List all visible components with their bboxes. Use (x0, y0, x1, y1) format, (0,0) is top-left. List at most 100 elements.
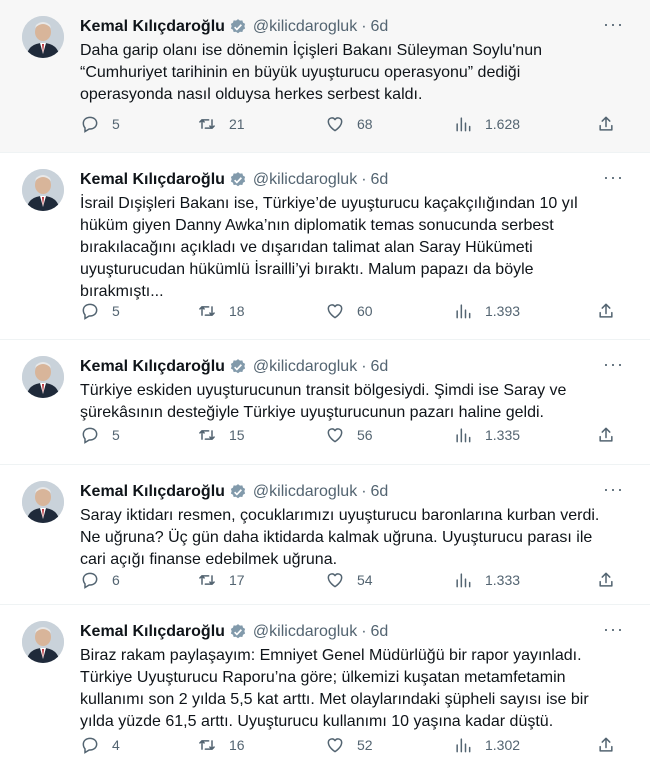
like-button[interactable]: 56 (325, 425, 373, 445)
views-chart-icon (456, 117, 471, 132)
tweet-header: Kemal Kılıçdaroğlu @kilicdarogluk · 6d (80, 481, 388, 503)
share-button[interactable] (596, 735, 616, 755)
reply-button[interactable]: 5 (80, 425, 120, 445)
reply-icon (82, 303, 98, 320)
reply-icon (82, 737, 98, 754)
heart-icon (327, 738, 343, 753)
view-count: 1.628 (485, 116, 521, 132)
separator-dot: · (361, 483, 367, 500)
share-icon (599, 737, 613, 752)
author-handle[interactable]: @kilicdarogluk (253, 18, 357, 36)
timestamp[interactable]: 6d (371, 358, 389, 376)
more-options-icon[interactable]: ··· (603, 14, 624, 35)
separator-dot: · (361, 18, 367, 35)
tweet[interactable]: Kemal Kılıçdaroğlu @kilicdarogluk · 6d ·… (0, 465, 650, 604)
reply-icon (82, 572, 98, 589)
heart-icon (327, 304, 343, 319)
reply-count: 5 (112, 116, 120, 132)
tweet-header: Kemal Kılıçdaroğlu @kilicdarogluk · 6d (80, 169, 388, 191)
heart-icon (327, 117, 343, 132)
avatar[interactable] (22, 356, 64, 398)
timestamp[interactable]: 6d (371, 623, 389, 641)
reply-button[interactable]: 5 (80, 301, 120, 321)
retweet-count: 18 (229, 303, 245, 319)
views-button[interactable]: 1.333 (453, 570, 520, 590)
verified-badge-icon (230, 359, 246, 374)
like-count: 56 (357, 427, 373, 443)
author-handle[interactable]: @kilicdarogluk (253, 623, 357, 641)
author-handle[interactable]: @kilicdarogluk (253, 358, 357, 376)
share-icon (599, 427, 613, 442)
tweet[interactable]: Kemal Kılıçdaroğlu @kilicdarogluk · 6d ·… (0, 340, 650, 464)
retweet-button[interactable]: 17 (197, 570, 245, 590)
author-name[interactable]: Kemal Kılıçdaroğlu (80, 358, 225, 376)
more-options-icon[interactable]: ··· (603, 619, 624, 640)
share-button[interactable] (596, 570, 616, 590)
avatar[interactable] (22, 169, 64, 211)
share-button[interactable] (596, 425, 616, 445)
more-options-icon[interactable]: ··· (603, 479, 624, 500)
like-button[interactable]: 52 (325, 735, 373, 755)
tweet-thread: Kemal Kılıçdaroğlu @kilicdarogluk · 6d ·… (0, 0, 650, 771)
reply-count: 4 (112, 737, 120, 753)
author-name[interactable]: Kemal Kılıçdaroğlu (80, 171, 225, 189)
timestamp[interactable]: 6d (371, 18, 389, 36)
views-chart-icon (456, 428, 471, 443)
like-button[interactable]: 60 (325, 301, 373, 321)
share-button[interactable] (596, 301, 616, 321)
retweet-count: 16 (229, 737, 245, 753)
like-button[interactable]: 68 (325, 114, 373, 134)
reply-button[interactable]: 5 (80, 114, 120, 134)
avatar[interactable] (22, 481, 64, 523)
reply-button[interactable]: 4 (80, 735, 120, 755)
avatar[interactable] (22, 16, 64, 58)
verified-badge-icon (230, 484, 246, 499)
views-button[interactable]: 1.335 (453, 425, 520, 445)
retweet-count: 21 (229, 116, 245, 132)
verified-badge-icon (230, 172, 246, 187)
author-name[interactable]: Kemal Kılıçdaroğlu (80, 18, 225, 36)
views-button[interactable]: 1.628 (453, 114, 520, 134)
tweet[interactable]: Kemal Kılıçdaroğlu @kilicdarogluk · 6d ·… (0, 0, 650, 152)
tweet-text: Daha garip olanı ise dönemin İçişleri Ba… (80, 42, 542, 103)
verified-badge-icon (230, 624, 246, 639)
reply-icon (82, 116, 98, 133)
more-options-icon[interactable]: ··· (603, 167, 624, 188)
view-count: 1.333 (485, 572, 521, 588)
view-count: 1.335 (485, 427, 521, 443)
retweet-count: 15 (229, 427, 245, 443)
tweet-text: Biraz rakam paylaşayım: Emniyet Genel Mü… (80, 647, 589, 730)
tweet[interactable]: Kemal Kılıçdaroğlu @kilicdarogluk · 6d ·… (0, 153, 650, 339)
retweet-icon (199, 119, 215, 129)
separator-dot: · (361, 358, 367, 375)
timestamp[interactable]: 6d (371, 483, 389, 501)
retweet-button[interactable]: 18 (197, 301, 245, 321)
views-button[interactable]: 1.393 (453, 301, 520, 321)
retweet-button[interactable]: 16 (197, 735, 245, 755)
author-handle[interactable]: @kilicdarogluk (253, 171, 357, 189)
like-count: 54 (357, 572, 373, 588)
tweet-actions: 5 15 56 1.335 (80, 425, 624, 449)
retweet-icon (199, 430, 215, 440)
share-button[interactable] (596, 114, 616, 134)
avatar[interactable] (22, 621, 64, 663)
tweet-header: Kemal Kılıçdaroğlu @kilicdarogluk · 6d (80, 16, 388, 38)
views-chart-icon (456, 738, 471, 753)
reply-button[interactable]: 6 (80, 570, 120, 590)
author-name[interactable]: Kemal Kılıçdaroğlu (80, 483, 225, 501)
views-button[interactable]: 1.302 (453, 735, 520, 755)
views-chart-icon (456, 304, 471, 319)
reply-count: 5 (112, 303, 120, 319)
tweet-text: İsrail Dışişleri Bakanı ise, Türkiye’de … (80, 195, 578, 300)
tweet[interactable]: Kemal Kılıçdaroğlu @kilicdarogluk · 6d ·… (0, 605, 650, 771)
retweet-button[interactable]: 15 (197, 425, 245, 445)
author-handle[interactable]: @kilicdarogluk (253, 483, 357, 501)
retweet-button[interactable]: 21 (197, 114, 245, 134)
like-button[interactable]: 54 (325, 570, 373, 590)
author-name[interactable]: Kemal Kılıçdaroğlu (80, 623, 225, 641)
view-count: 1.302 (485, 737, 521, 753)
timestamp[interactable]: 6d (371, 171, 389, 189)
view-count: 1.393 (485, 303, 521, 319)
share-icon (599, 116, 613, 131)
more-options-icon[interactable]: ··· (603, 354, 624, 375)
